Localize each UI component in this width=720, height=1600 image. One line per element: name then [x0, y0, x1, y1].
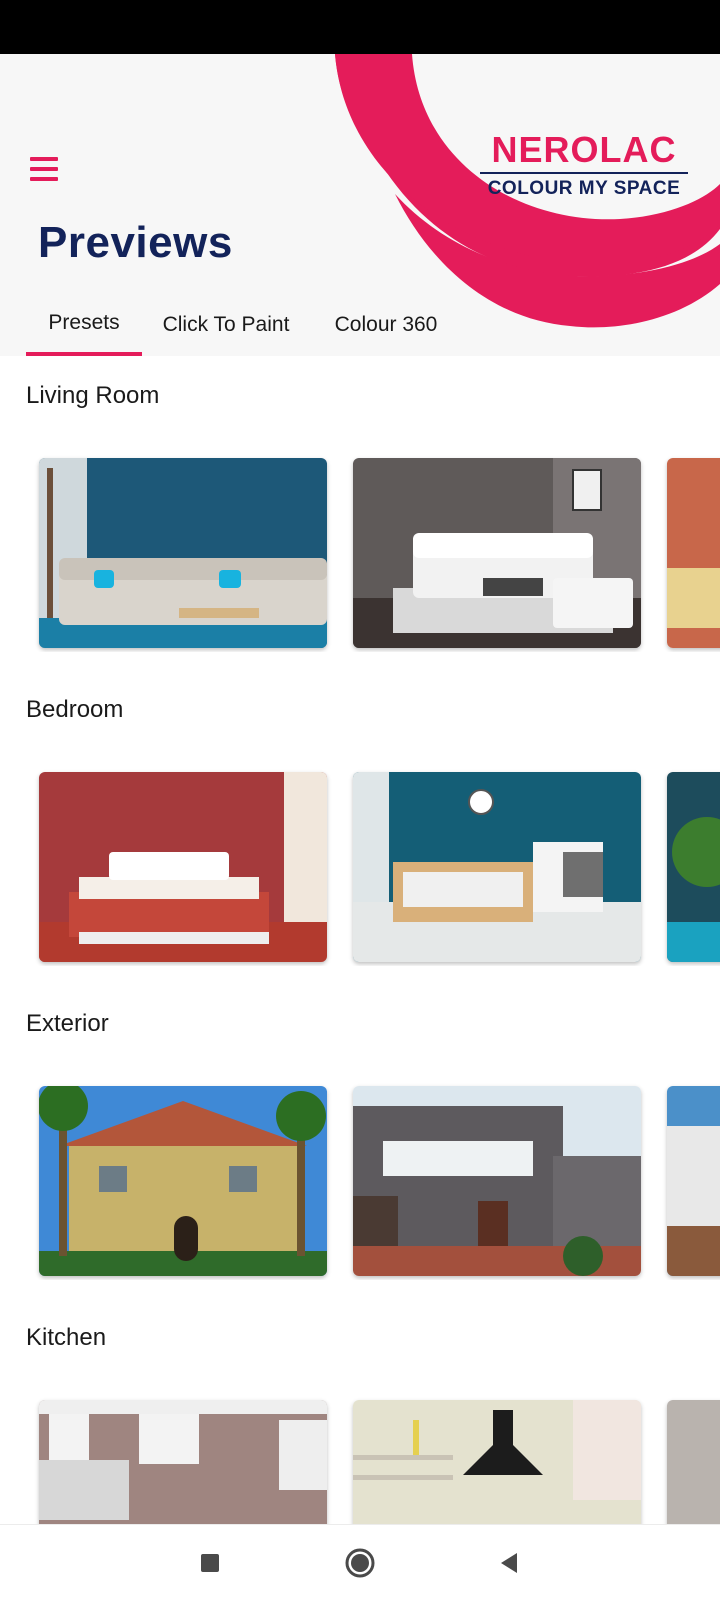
brand-logo: NEROLAC COLOUR MY SPACE [476, 130, 692, 200]
living-room-row [0, 452, 720, 652]
status-bar [0, 0, 720, 54]
section-title-kitchen: Kitchen [26, 1324, 107, 1351]
page-title: Previews [38, 218, 233, 267]
square-recents-icon[interactable] [190, 1543, 230, 1583]
system-nav-bar [0, 1524, 720, 1600]
brand-divider [480, 172, 688, 174]
tab-colour-360[interactable]: Colour 360 [312, 294, 460, 356]
circle-home-icon[interactable] [340, 1543, 380, 1583]
section-title-bedroom: Bedroom [26, 696, 124, 723]
section-title-living-room: Living Room [26, 382, 160, 409]
tab-presets[interactable]: Presets [26, 294, 142, 356]
exterior-row [0, 1080, 720, 1280]
bedroom-preset-card[interactable] [667, 772, 720, 962]
living-room-preset-card[interactable] [353, 458, 641, 648]
living-room-preset-card[interactable] [39, 458, 327, 648]
tab-bar: Presets Click To Paint Colour 360 [26, 294, 460, 356]
bedroom-preset-card[interactable] [39, 772, 327, 962]
hamburger-menu-icon[interactable] [28, 154, 62, 188]
section-title-exterior: Exterior [26, 1010, 109, 1037]
exterior-preset-card[interactable] [353, 1086, 641, 1276]
living-room-preset-card[interactable] [667, 458, 720, 648]
bedroom-preset-card[interactable] [353, 772, 641, 962]
tab-click-to-paint[interactable]: Click To Paint [144, 294, 308, 356]
header: Previews NEROLAC COLOUR MY SPACE Presets… [0, 54, 720, 356]
exterior-preset-card[interactable] [667, 1086, 720, 1276]
triangle-back-icon[interactable] [490, 1543, 530, 1583]
brand-tagline: COLOUR MY SPACE [487, 178, 681, 199]
brand-name: NEROLAC [491, 129, 677, 170]
bedroom-row [0, 766, 720, 966]
exterior-preset-card[interactable] [39, 1086, 327, 1276]
